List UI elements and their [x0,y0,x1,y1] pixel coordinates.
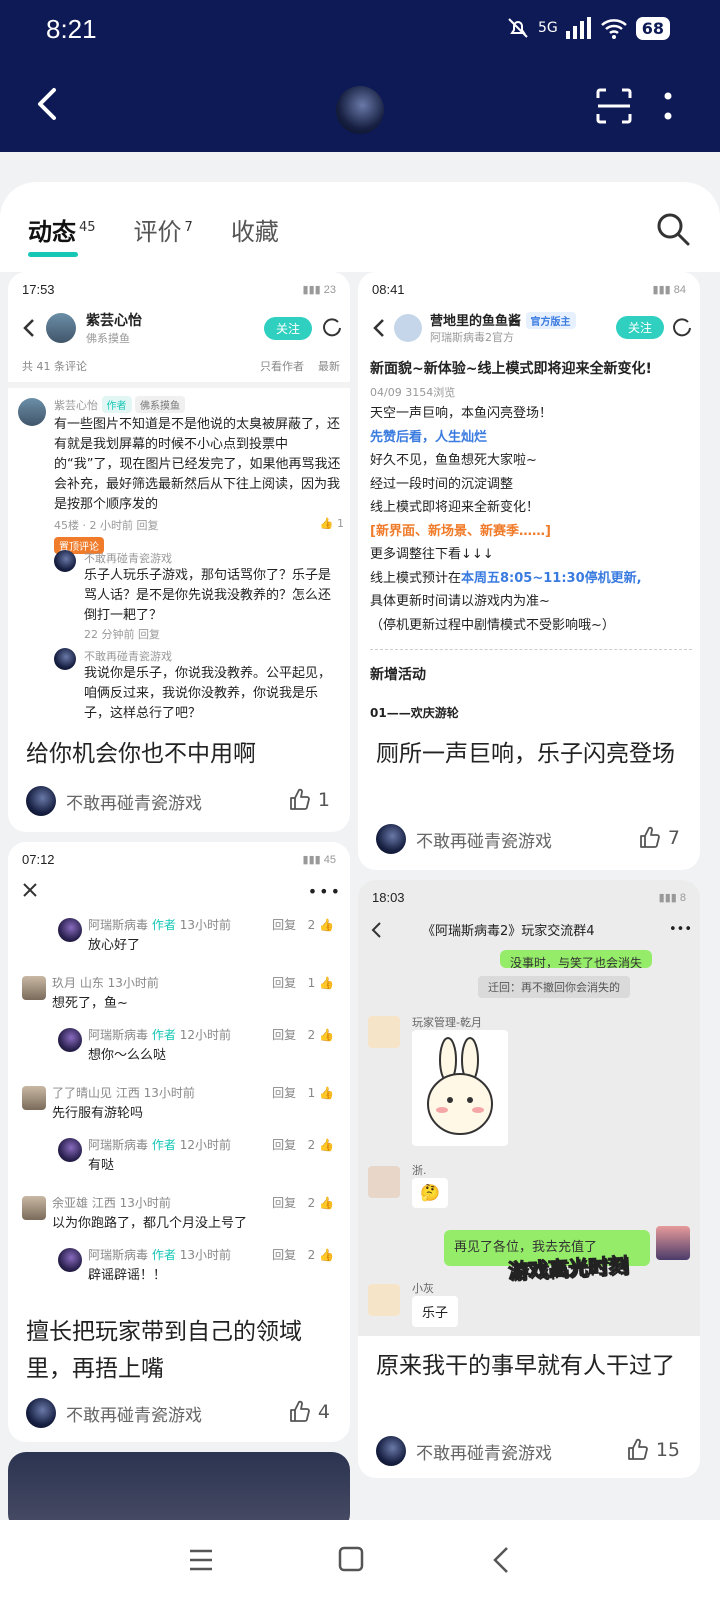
top-bar [0,60,720,152]
thumb-up-icon [627,1438,648,1460]
follow-button: 关注 [615,316,664,339]
back-icon [373,318,384,337]
tab-dynamics[interactable]: 动态 45 [28,212,96,257]
system-nav-bar [0,1520,720,1600]
thumb-up-icon [290,788,310,810]
post-caption: 擅长把玩家带到自己的领域里，再捂上嘴 [26,1319,302,1382]
signal-icon [565,17,591,39]
post-screenshot: 08:41 ▮▮▮ 84 营地里的鱼鱼酱 官方版主 阿瑞斯病毒2官方 关注 新面貌~… [358,272,700,722]
more-icon: ••• [668,922,692,937]
bunny-avatar [368,1016,400,1048]
more-icon[interactable] [662,90,674,122]
network-label: 5G [537,20,558,36]
bunny-sticker [412,1030,508,1146]
thumb-up-icon [290,1400,310,1422]
back-icon[interactable] [492,1546,510,1574]
avatar [22,1086,46,1110]
post-caption: 厕所一声巨响，乐子闪亮登场 [376,741,675,767]
post-screenshot: 18:03 ▮▮▮ 8 《阿瑞斯病毒2》玩家交流群4 ••• 没事时，与笑了也会消… [358,880,700,1336]
post-card-1[interactable]: 17:53 ▮▮▮ 23 紫芸心怡 佛系摸鱼 关注 共 41 条评论 只看作者 最新… [8,272,350,832]
post-caption: 原来我干的事早就有人干过了 [376,1353,675,1379]
back-icon [23,319,34,337]
comment-row: 余亚雄 江西 13小时前 以为你跑路了，都几个月没上号了 回复 2 👍 [8,1192,350,1244]
back-icon[interactable] [28,84,68,124]
user-avatar [368,1166,400,1198]
post-caption: 给你机会你也不中用啊 [26,741,256,767]
like-button[interactable]: 1 [288,788,330,812]
back-icon [371,921,381,938]
game-avatar[interactable] [336,86,384,134]
comment-row: 阿瑞斯病毒 作者 12小时前 想你～么么哒 回复 2 👍 [8,1024,350,1082]
tab-bar: 动态 45 评价 7 收藏 [28,212,279,257]
post-card-4[interactable]: 18:03 ▮▮▮ 8 《阿瑞斯病毒2》玩家交流群4 ••• 没事时，与笑了也会消… [358,880,700,1478]
post-author[interactable]: 不敢再碰青瓷游戏 [26,1398,202,1428]
more-icon: ••• [307,882,342,901]
like-button[interactable]: 15 [626,1438,680,1462]
fish-avatar [394,313,422,342]
comment-row: 玖月 山东 13小时前 想死了，鱼~ 回复 1 👍 [8,972,350,1024]
avatar [58,1138,82,1162]
scan-icon[interactable] [596,88,632,124]
post-card-2[interactable]: 08:41 ▮▮▮ 84 营地里的鱼鱼酱 官方版主 阿瑞斯病毒2官方 关注 新面貌~… [358,272,700,870]
status-bar: 8:21 5G 68 [0,0,720,60]
post-screenshot: 17:53 ▮▮▮ 23 紫芸心怡 佛系摸鱼 关注 共 41 条评论 只看作者 最新… [8,272,350,724]
bunny-avatar [368,1284,400,1316]
avatar [376,1436,406,1466]
avatar [26,1398,56,1428]
search-icon[interactable] [656,212,690,246]
menu-icon[interactable] [188,1548,214,1572]
avatar [54,550,76,572]
tab-favorites[interactable]: 收藏 [231,212,279,247]
thumb-up-icon [640,826,660,848]
comment-row: 了了晴山见 江西 13小时前 先行服有游轮吗 回复 1 👍 [8,1082,350,1134]
post-author[interactable]: 不敢再碰青瓷游戏 [376,1436,552,1466]
avatar [54,648,76,670]
avatar [46,313,76,343]
comment-row: 阿瑞斯病毒 作者 13小时前 放心好了 回复 2 👍 [8,914,350,972]
post-screenshot: 07:12 ▮▮▮ 45 ••• 阿瑞斯病毒 作者 13小时前 放心好了 回复 2 👍… [8,842,350,1302]
avatar [26,786,56,816]
wifi-icon [600,19,627,39]
close-icon [23,883,37,897]
comment-row: 阿瑞斯病毒 作者 13小时前 辟谣辟谣！！ 回复 2 👍 [8,1244,350,1302]
emoji-message: 🤔 [412,1178,448,1208]
post-author[interactable]: 不敢再碰青瓷游戏 [26,786,202,816]
avatar [58,918,82,942]
post-card-3[interactable]: 07:12 ▮▮▮ 45 ••• 阿瑞斯病毒 作者 13小时前 放心好了 回复 2 👍… [8,842,350,1442]
home-icon[interactable] [338,1546,364,1572]
user-avatar [656,1226,690,1260]
share-icon [323,318,341,337]
mute-icon [508,18,528,38]
like-button[interactable]: 7 [638,826,680,850]
avatar [18,398,46,426]
share-icon [673,317,691,336]
post-author[interactable]: 不敢再碰青瓷游戏 [376,824,552,854]
avatar [376,824,406,854]
avatar [22,1196,46,1220]
status-time: 8:21 [46,14,97,44]
avatar [58,1028,82,1052]
battery-indicator: 68 [635,16,670,40]
comment-list: 阿瑞斯病毒 作者 13小时前 放心好了 回复 2 👍 玖月 山东 13小时前 想死了，鱼… [8,914,350,1302]
follow-button: 关注 [263,316,312,340]
avatar [22,976,46,1000]
avatar [58,1248,82,1272]
comment-row: 阿瑞斯病毒 作者 12小时前 有哒 回复 2 👍 [8,1134,350,1192]
tab-reviews[interactable]: 评价 7 [134,212,193,247]
like-button[interactable]: 4 [288,1400,330,1424]
